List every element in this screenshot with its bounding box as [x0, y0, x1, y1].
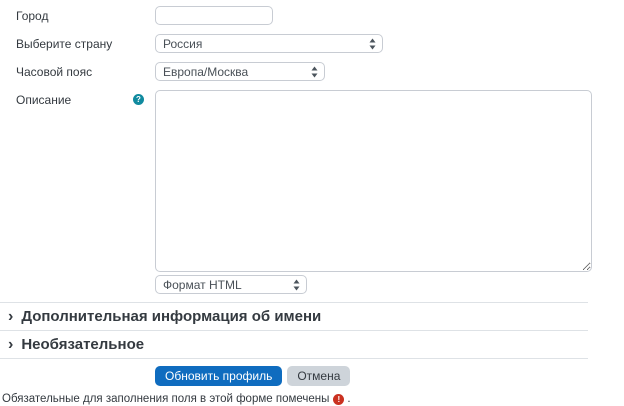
timezone-select[interactable]: Европа/Москва [155, 62, 325, 81]
collapsible-sections: › Дополнительная информация об имени › Н… [0, 302, 588, 359]
form-row-description: Описание ? Формат HTML [0, 90, 624, 294]
country-select-wrap: Россия [155, 34, 383, 53]
section-title-name-info: Дополнительная информация об имени [21, 308, 321, 325]
divider [0, 358, 588, 359]
timezone-label: Часовой пояс [16, 65, 92, 79]
timezone-label-col: Часовой пояс [0, 62, 155, 81]
form-row-country: Выберите страну Россия [0, 34, 624, 53]
description-label-col: Описание ? [0, 90, 155, 294]
timezone-select-wrap: Европа/Москва [155, 62, 325, 81]
section-title-optional: Необязательное [21, 336, 144, 353]
required-fields-note: Обязательные для заполнения поля в этой … [0, 393, 624, 405]
section-header-optional[interactable]: › Необязательное [0, 331, 588, 358]
chevron-right-icon: › [8, 336, 13, 353]
form-row-timezone: Часовой пояс Европа/Москва [0, 62, 624, 81]
update-profile-button[interactable]: Обновить профиль [155, 366, 282, 386]
city-label: Город [16, 9, 48, 23]
form-row-city: Город [0, 6, 624, 25]
format-select[interactable]: Формат HTML [155, 275, 307, 294]
help-icon[interactable]: ? [133, 94, 144, 105]
country-label-col: Выберите страну [0, 34, 155, 53]
city-input[interactable] [155, 6, 273, 25]
section-header-name-info[interactable]: › Дополнительная информация об имени [0, 303, 588, 330]
country-select[interactable]: Россия [155, 34, 383, 53]
description-label: Описание [16, 93, 71, 107]
country-label: Выберите страну [16, 37, 112, 51]
exclamation-icon-glyph: ! [338, 394, 341, 405]
form-actions: Обновить профиль Отмена [155, 366, 624, 386]
format-select-wrap: Формат HTML [155, 275, 307, 294]
description-textarea[interactable] [155, 90, 592, 272]
format-select-row: Формат HTML [155, 275, 624, 294]
exclamation-icon: ! [333, 394, 344, 405]
required-note-text: Обязательные для заполнения поля в этой … [2, 393, 329, 405]
city-label-col: Город [0, 6, 155, 25]
required-note-suffix: . [347, 393, 350, 405]
help-icon-glyph: ? [136, 94, 141, 105]
profile-edit-form: Город Выберите страну Россия Часовой поя… [0, 0, 624, 405]
chevron-right-icon: › [8, 308, 13, 325]
cancel-button[interactable]: Отмена [287, 366, 350, 386]
